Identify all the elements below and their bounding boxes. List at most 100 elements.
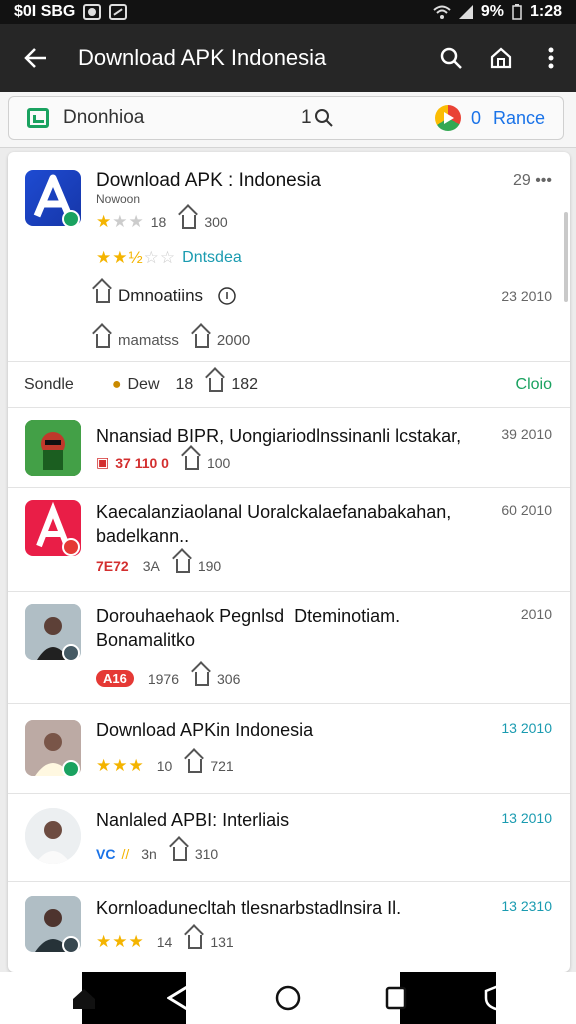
nav-back-button[interactable]: [158, 980, 198, 1016]
featured-line1-downloads: 300: [204, 214, 228, 230]
app-time: 2010: [520, 606, 552, 622]
section-downloads: 182: [231, 376, 259, 393]
cup-icon: [194, 333, 209, 348]
green-robot-icon: [25, 420, 81, 476]
section-link[interactable]: Cloio: [516, 376, 552, 394]
app-meta: A16 1976 306: [96, 670, 240, 687]
app-badge-icon: [62, 538, 80, 556]
list-item[interactable]: Nnansiad BIPR, Uongiariodlnssinanli lcst…: [8, 408, 570, 488]
battery-icon: [512, 4, 522, 20]
nav-home-button[interactable]: [64, 980, 104, 1016]
verified-badge-icon: [62, 210, 80, 228]
app-meta: ★★★ 14 131: [96, 932, 234, 952]
strip-zero: 0: [470, 107, 481, 128]
rating-stars-icon: ★★½☆☆: [96, 248, 177, 267]
search-small-icon: [314, 109, 333, 127]
app-downloads: 131: [210, 934, 234, 950]
app-meta: ★★★ 10 721: [96, 756, 234, 776]
download-icon: [209, 378, 224, 392]
more-vert-icon: [548, 47, 554, 69]
person-photo-icon: [25, 808, 81, 864]
back-triangle-icon: [167, 985, 188, 1011]
app-badge-icon: [62, 760, 80, 778]
nav-home-circle-button[interactable]: [268, 980, 308, 1016]
rating-stars-icon: ★★★: [96, 212, 145, 231]
featured-time[interactable]: 29 •••: [513, 172, 552, 190]
app-meta-b: 14: [156, 934, 173, 950]
recents-icon: [385, 986, 407, 1010]
featured-tag[interactable]: Dntsdea: [182, 249, 242, 267]
app-downloads: 310: [194, 846, 219, 862]
wifi-icon: [433, 5, 451, 19]
app-title: Kaecalanziaolanal Uoralckalaefanabakahan…: [96, 502, 452, 546]
featured-subtitle: Nowoon: [96, 192, 141, 206]
home-button[interactable]: [476, 24, 526, 92]
overflow-menu-button[interactable]: [526, 24, 576, 92]
emoji-icon: ●: [111, 376, 122, 393]
download-icon: [188, 935, 203, 949]
app-title: Download APKin Indonesia: [96, 720, 314, 740]
back-button[interactable]: [0, 24, 72, 92]
app-bar: Download APK Indonesia: [0, 24, 576, 92]
info-icon[interactable]: [217, 286, 237, 306]
download-icon: [195, 671, 210, 686]
app-badge-icon: [62, 936, 80, 954]
download-icon: [184, 455, 199, 470]
play-store-icon[interactable]: [434, 105, 461, 131]
app-meta-b: 3A: [142, 558, 160, 574]
app-downloads: 190: [197, 558, 222, 574]
app-downloads: 306: [217, 670, 241, 687]
app-title: Nnansiad BIPR, Uongiariodlnssinanli lcst…: [96, 426, 462, 446]
home-icon: [490, 47, 512, 69]
featured-line4-count: 2000: [216, 332, 251, 349]
featured-line4-label: mamatss: [118, 332, 179, 349]
app-time: 13 2010: [501, 810, 552, 826]
section-label: Sondle: [24, 376, 74, 393]
battery-text: 9%: [480, 3, 504, 20]
app-meta-a: VC: [96, 846, 116, 862]
search-button[interactable]: [426, 24, 476, 92]
featured-line2: ★★½☆☆ Dntsdea: [96, 248, 242, 268]
featured-line1: ★★★ 18 300: [96, 212, 228, 232]
list-item[interactable]: Kornloadunecltah tlesnarbstadlnsira Il. …: [8, 882, 570, 972]
clock-text: 1:28: [529, 3, 562, 20]
shield-icon: [484, 985, 508, 1011]
rating-stars-icon: ★★★: [96, 756, 145, 775]
app-meta: ▣ 37 110 0 100: [96, 454, 230, 471]
app-meta-a: 7E72: [96, 558, 129, 574]
featured-line3-date: 23 2010: [501, 288, 552, 304]
featured-line4: mamatss 2000: [96, 332, 250, 349]
box-icon: [96, 333, 110, 348]
app-title: Kornloadunecltah tlesnarbstadlnsira Il.: [96, 898, 402, 918]
section-count: 18: [175, 376, 194, 393]
filter-strip: Dnonhioa 1 0 Rance: [0, 92, 576, 148]
search-query[interactable]: Dnonhioa: [63, 107, 223, 129]
strip-link[interactable]: Rance: [493, 108, 545, 129]
app-time: 60 2010: [501, 502, 552, 518]
list-item[interactable]: Dorouhaehaok Pegnlsd Dteminotiam. Bonama…: [8, 592, 570, 704]
app-meta-a: 37 110 0: [115, 454, 169, 471]
featured-line1-count: 18: [150, 214, 167, 230]
navigation-bar: [0, 972, 576, 1024]
home-circle-icon: [275, 985, 301, 1011]
app-meta-a: A16: [96, 670, 134, 687]
nav-assistant-button[interactable]: [476, 980, 516, 1016]
section-dev: Dew: [127, 376, 160, 393]
store-logo-icon: [27, 108, 49, 128]
download-icon: [175, 559, 190, 573]
featured-app[interactable]: Download APK : Indonesia 29 ••• Nowoon ★…: [8, 152, 570, 362]
nav-recents-button[interactable]: [376, 980, 416, 1016]
list-item[interactable]: Download APKin Indonesia 13 2010 ★★★ 10 …: [8, 704, 570, 794]
calendar-icon: ▣: [96, 454, 110, 470]
list-item[interactable]: Nanlaled APBI: Interliais 13 2010 VC // …: [8, 794, 570, 882]
list-item[interactable]: Kaecalanziaolanal Uoralckalaefanabakahan…: [8, 488, 570, 592]
search-count-value: 1: [301, 107, 312, 128]
search-icon: [440, 47, 462, 69]
app-meta-b: 1976: [147, 670, 180, 687]
flags-icon: //: [121, 846, 130, 862]
search-bar[interactable]: Dnonhioa 1 0 Rance: [8, 96, 564, 140]
image-notification-icon: [109, 4, 128, 20]
section-row: Sondle ● Dew 18 182: [24, 376, 258, 394]
app-meta-b: 10: [156, 758, 173, 774]
search-count[interactable]: 1: [301, 107, 334, 129]
